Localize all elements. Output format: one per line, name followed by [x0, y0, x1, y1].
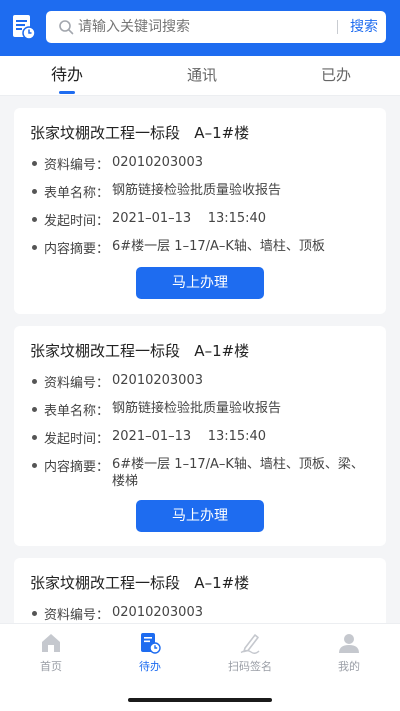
sign-pen-icon [240, 634, 260, 654]
task-list[interactable]: 张家坟棚改工程一标段 A–1#楼 资料编号： 02010203003 表单名称：… [0, 96, 400, 623]
field-start-time: 发起时间： 2021–01–13 13:15:40 [30, 210, 376, 229]
field-value: 6#楼一层 1–17/A–K轴、墙柱、顶板、梁、 楼梯 [112, 457, 364, 489]
nav-scan-sign[interactable]: 扫码签名 [200, 624, 300, 684]
bullet-dot [32, 217, 37, 222]
search-divider [337, 20, 338, 34]
bottom-nav: 首页 待办 扫码签名 我的 [0, 623, 400, 711]
tab-done[interactable]: 已办 [296, 56, 376, 96]
field-form-name: 表单名称： 钢筋链接检验批质量验收报告 [30, 400, 376, 419]
bullet-dot [32, 379, 37, 384]
field-label: 表单名称： [44, 186, 110, 201]
top-bar: 搜索 [0, 0, 400, 56]
handle-now-button[interactable]: 马上办理 [136, 267, 264, 299]
bullet-dot [32, 463, 37, 468]
field-value: 2021–01–13 13:15:40 [112, 211, 267, 226]
field-value: 6#楼一层 1–17/A–K轴、墙柱、顶板 [112, 239, 325, 254]
home-icon [42, 634, 60, 652]
nav-label: 我的 [338, 660, 360, 673]
nav-label: 待办 [139, 660, 161, 673]
bullet-dot [32, 245, 37, 250]
task-title: 张家坟棚改工程一标段 A–1#楼 [30, 574, 250, 592]
task-card[interactable]: 张家坟棚改工程一标段 A–1#楼 资料编号： 02010203003 表单名称：… [14, 326, 386, 546]
handle-now-button[interactable]: 马上办理 [136, 500, 264, 532]
field-doc-number: 资料编号： 02010203003 [30, 604, 376, 623]
field-doc-number: 资料编号： 02010203003 [30, 372, 376, 391]
field-summary: 内容摘要： 6#楼一层 1–17/A–K轴、墙柱、顶板 [30, 238, 376, 257]
todo-document-icon [141, 633, 161, 654]
task-title: 张家坟棚改工程一标段 A–1#楼 [30, 124, 250, 142]
home-indicator [128, 698, 272, 702]
field-value: 02010203003 [112, 155, 203, 170]
document-clock-icon[interactable] [12, 14, 36, 40]
nav-mine[interactable]: 我的 [299, 624, 399, 684]
tab-todo[interactable]: 待办 [27, 56, 107, 96]
search-box[interactable]: 搜索 [46, 11, 386, 43]
field-value: 2021–01–13 13:15:40 [112, 429, 267, 444]
bullet-dot [32, 435, 37, 440]
nav-todo[interactable]: 待办 [100, 624, 200, 684]
field-label: 资料编号： [44, 608, 110, 623]
field-value: 02010203003 [112, 373, 203, 388]
tab-contacts[interactable]: 通讯 [162, 56, 242, 96]
field-label: 发起时间： [44, 214, 110, 229]
bullet-dot [32, 161, 37, 166]
nav-label: 首页 [40, 660, 62, 673]
field-form-name: 表单名称： 钢筋链接检验批质量验收报告 [30, 182, 376, 201]
field-label: 资料编号： [44, 158, 110, 173]
field-value: 02010203003 [112, 605, 203, 620]
search-input[interactable] [78, 11, 318, 43]
field-label: 内容摘要： [44, 242, 110, 257]
field-label: 内容摘要： [44, 460, 110, 475]
user-icon [339, 634, 359, 653]
field-value: 钢筋链接检验批质量验收报告 [112, 401, 282, 416]
task-title: 张家坟棚改工程一标段 A–1#楼 [30, 342, 250, 360]
nav-home[interactable]: 首页 [1, 624, 101, 684]
field-value: 钢筋链接检验批质量验收报告 [112, 183, 282, 198]
search-icon [59, 20, 74, 35]
field-label: 资料编号： [44, 376, 110, 391]
bullet-dot [32, 189, 37, 194]
tab-bar: 待办 通讯 已办 [0, 56, 400, 96]
task-card[interactable]: 张家坟棚改工程一标段 A–1#楼 资料编号： 02010203003 表单名称：… [14, 108, 386, 314]
bullet-dot [32, 611, 37, 616]
field-label: 发起时间： [44, 432, 110, 447]
search-button[interactable]: 搜索 [344, 11, 384, 43]
nav-label: 扫码签名 [228, 660, 272, 673]
field-doc-number: 资料编号： 02010203003 [30, 154, 376, 173]
field-start-time: 发起时间： 2021–01–13 13:15:40 [30, 428, 376, 447]
tab-indicator [59, 91, 75, 94]
field-summary: 内容摘要： 6#楼一层 1–17/A–K轴、墙柱、顶板、梁、 楼梯 [30, 456, 376, 492]
bullet-dot [32, 407, 37, 412]
field-label: 表单名称： [44, 404, 110, 419]
task-card[interactable]: 张家坟棚改工程一标段 A–1#楼 资料编号： 02010203003 [14, 558, 386, 623]
